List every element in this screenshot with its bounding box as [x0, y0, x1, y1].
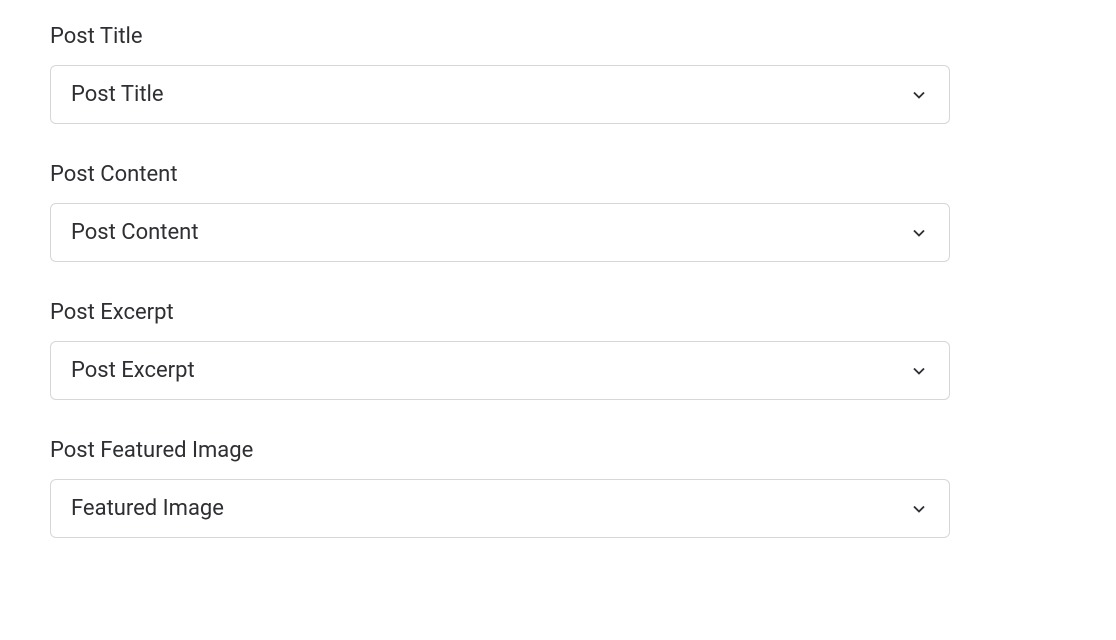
select-post-excerpt[interactable]: Post Excerpt: [50, 341, 950, 400]
select-value-post-content: Post Content: [71, 220, 199, 245]
field-post-title: Post Title Post Title: [50, 24, 1066, 124]
select-post-content[interactable]: Post Content: [50, 203, 950, 262]
select-post-title[interactable]: Post Title: [50, 65, 950, 124]
field-post-content: Post Content Post Content: [50, 162, 1066, 262]
label-post-content: Post Content: [50, 162, 1066, 187]
select-value-post-excerpt: Post Excerpt: [71, 358, 195, 383]
chevron-down-icon: [909, 223, 929, 243]
chevron-down-icon: [909, 499, 929, 519]
label-post-featured-image: Post Featured Image: [50, 438, 1066, 463]
chevron-down-icon: [909, 85, 929, 105]
select-value-post-title: Post Title: [71, 82, 164, 107]
chevron-down-icon: [909, 361, 929, 381]
select-post-featured-image[interactable]: Featured Image: [50, 479, 950, 538]
label-post-excerpt: Post Excerpt: [50, 300, 1066, 325]
select-value-post-featured-image: Featured Image: [71, 496, 224, 521]
field-post-excerpt: Post Excerpt Post Excerpt: [50, 300, 1066, 400]
label-post-title: Post Title: [50, 24, 1066, 49]
field-post-featured-image: Post Featured Image Featured Image: [50, 438, 1066, 538]
